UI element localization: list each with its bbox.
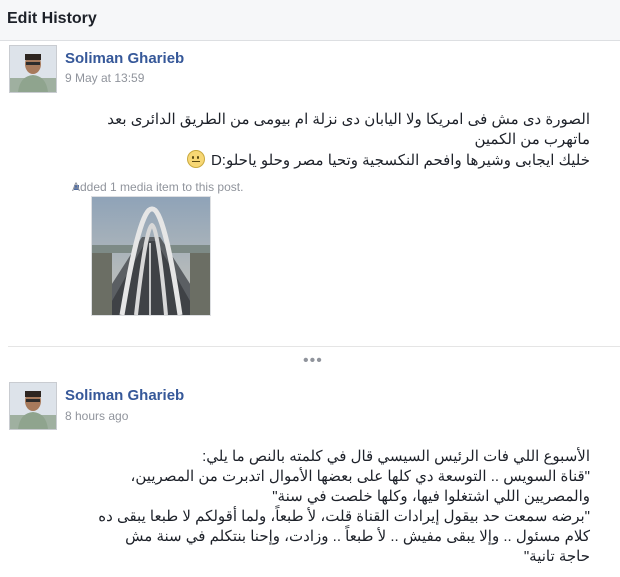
post-line: "قناة السويس .. التوسعة دي كلها على بعضه… [130,468,590,485]
author-name-link[interactable]: Soliman Gharieb [65,387,184,404]
profile-photo [10,46,56,92]
more-dots-button[interactable]: ••• [303,352,323,370]
post-text: الأسبوع اللي فات الرئيس السيسي قال في كل… [50,447,590,567]
post-line: ماتهرب من الكمين [474,131,590,148]
edit-history-header: Edit History [0,0,620,41]
post-line: كلام مسئول .. وإلا يبقى مفيش .. لأ طبعاً… [125,528,590,545]
page-title: Edit History [7,10,97,27]
timestamp[interactable]: 8 hours ago [65,409,128,423]
media-added-note: Added 1 media item to this post. [72,180,244,194]
separator [8,346,620,347]
post-line: الصورة دى مش فى امريكا ولا اليابان دى نز… [107,111,590,128]
author-name-link[interactable]: Soliman Gharieb [65,50,184,67]
post-line: حاجة تانية" [523,548,590,565]
avatar[interactable] [9,382,57,430]
post-text: الصورة دى مش فى امريكا ولا اليابان دى نز… [50,110,590,171]
post-line: "برضه سمعت حد بيقول إيرادات القناة قلت، … [98,508,590,525]
timestamp[interactable]: 9 May at 13:59 [65,71,144,85]
post-line: خليك ايجابى وشيرها وافحم النكسجية وتحيا … [210,152,590,169]
media-thumbnail[interactable] [91,196,211,316]
profile-photo [10,383,56,429]
slightly-smiling-face-icon [186,150,205,168]
avatar[interactable] [9,45,57,93]
post-line: الأسبوع اللي فات الرئيس السيسي قال في كل… [202,448,590,465]
post-line: والمصريين اللي اشتغلوا فيها، وكلها خلصت … [272,488,590,505]
bridge-photo [92,197,210,315]
post-line-with-emoji: خليك ايجابى وشيرها وافحم النكسجية وتحيا … [50,150,590,171]
